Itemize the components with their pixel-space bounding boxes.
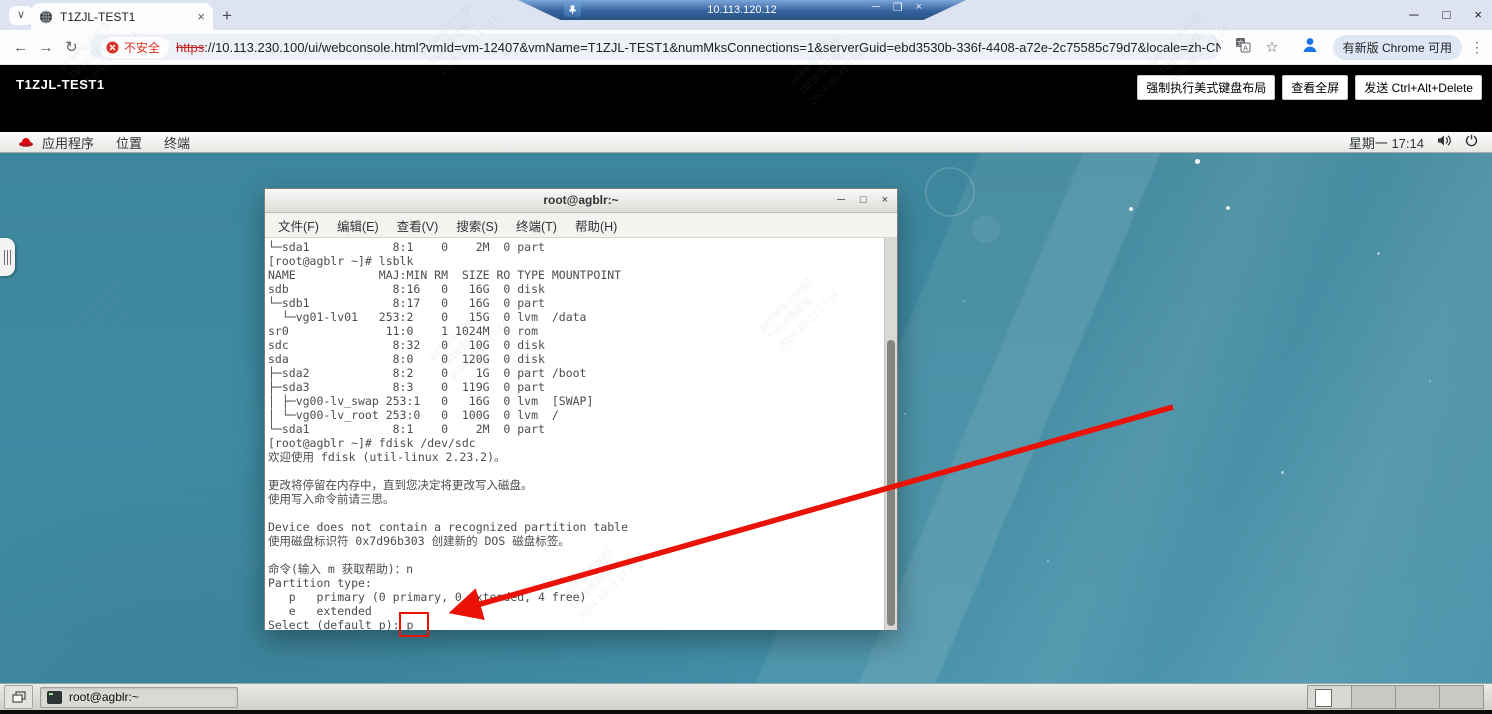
console-sidebar-handle[interactable] (0, 238, 15, 276)
terminal-menu-terminal[interactable]: 终端(T) (507, 216, 566, 235)
rdp-restore-button[interactable]: ❐ (893, 1, 903, 14)
workspace-4[interactable] (1440, 686, 1483, 708)
terminal-menu-help[interactable]: 帮助(H) (566, 216, 626, 235)
svg-text:A: A (1243, 43, 1248, 52)
rdp-close-button[interactable]: × (916, 1, 922, 14)
rdp-connection-bar[interactable]: 10.113.120.12 ─ ❐ × (518, 0, 966, 20)
menu-applications[interactable]: 应用程序 (42, 133, 94, 152)
not-secure-badge[interactable]: 不安全 (100, 37, 169, 58)
bookmark-star-icon[interactable]: ☆ (1265, 38, 1278, 56)
terminal-output[interactable]: └─sda1 8:1 0 2M 0 part [root@agblr ~]# l… (265, 238, 897, 630)
not-secure-icon (106, 41, 119, 54)
tab-close-icon[interactable]: × (197, 9, 205, 24)
annotation-highlight-box (399, 612, 429, 637)
terminal-window[interactable]: root@agblr:~ ─ □ × 文件(F) 编辑(E) 查看(V) 搜索(… (264, 188, 898, 630)
browser-menu-icon[interactable]: ⋮ (1470, 39, 1484, 56)
tab-title: T1ZJL-TEST1 (60, 10, 191, 24)
terminal-titlebar[interactable]: root@agblr:~ ─ □ × (265, 189, 897, 213)
reload-button[interactable]: ↻ (59, 38, 84, 56)
terminal-menu-view[interactable]: 查看(V) (388, 216, 448, 235)
webconsole-header: T1ZJL-TEST1 强制执行美式键盘布局 查看全屏 发送 Ctrl+Alt+… (0, 65, 1492, 132)
url-text: ://10.113.230.100/ui/webconsole.html?vmI… (204, 40, 1221, 55)
send-ctrl-alt-delete-button[interactable]: 发送 Ctrl+Alt+Delete (1355, 75, 1482, 100)
power-icon[interactable] (1465, 134, 1478, 150)
prompt-prefix: Select (default p): (268, 618, 406, 630)
terminal-menu-file[interactable]: 文件(F) (269, 216, 328, 235)
browser-toolbar: ← → ↻ 不安全 https://10.113.230.100/ui/webc… (0, 30, 1492, 65)
not-secure-label: 不安全 (124, 39, 160, 56)
force-us-keyboard-button[interactable]: 强制执行美式键盘布局 (1137, 75, 1275, 100)
forward-button[interactable]: → (33, 39, 58, 56)
profile-avatar[interactable] (1301, 36, 1319, 58)
new-tab-button[interactable]: + (222, 4, 232, 28)
translate-icon[interactable]: 文A (1235, 37, 1251, 57)
screen: ∨ T1ZJL-TEST1 × + ─ □ × 10.113.120.12 ─ … (0, 0, 1492, 714)
screen-bottom-edge (0, 710, 1492, 714)
terminal-menu-edit[interactable]: 编辑(E) (328, 216, 388, 235)
browser-restore-button[interactable]: □ (1443, 4, 1451, 26)
browser-minimize-button[interactable]: ─ (1409, 4, 1418, 26)
volume-icon[interactable] (1437, 134, 1452, 150)
address-bar[interactable]: 不安全 https://10.113.230.100/ui/webconsole… (90, 34, 1221, 60)
terminal-close-button[interactable]: × (882, 189, 888, 212)
browser-tab[interactable]: T1ZJL-TEST1 × (31, 3, 213, 30)
workspace-switcher (1307, 685, 1484, 709)
terminal-maximize-button[interactable]: □ (860, 189, 867, 212)
gnome-bottom-panel: root@agblr:~ (0, 683, 1492, 710)
rdp-minimize-button[interactable]: ─ (872, 1, 880, 14)
redhat-logo-icon (18, 136, 34, 148)
scrollbar-thumb[interactable] (887, 340, 895, 626)
rdp-title: 10.113.120.12 (707, 4, 777, 16)
terminal-menubar: 文件(F) 编辑(E) 查看(V) 搜索(S) 终端(T) 帮助(H) (265, 213, 897, 238)
show-desktop-button[interactable] (4, 685, 33, 709)
rdp-pin-icon[interactable] (564, 2, 581, 17)
terminal-title: root@agblr:~ (543, 193, 618, 207)
gnome-top-panel: 应用程序 位置 终端 星期一 17:14 (0, 132, 1492, 153)
taskbar-item-label: root@agblr:~ (69, 690, 139, 704)
vm-name-label: T1ZJL-TEST1 (16, 77, 105, 92)
clock-label[interactable]: 星期一 17:14 (1349, 133, 1424, 152)
terminal-minimize-button[interactable]: ─ (837, 189, 845, 212)
browser-close-button[interactable]: × (1474, 4, 1482, 26)
workspace-1[interactable] (1308, 686, 1352, 708)
workspace-3[interactable] (1396, 686, 1440, 708)
terminal-menu-search[interactable]: 搜索(S) (447, 216, 507, 235)
fullscreen-button[interactable]: 查看全屏 (1282, 75, 1348, 100)
tab-favicon-globe-icon (39, 10, 53, 24)
terminal-scrollbar[interactable] (884, 238, 897, 630)
taskbar-item-terminal[interactable]: root@agblr:~ (40, 687, 238, 708)
workspace-2[interactable] (1352, 686, 1396, 708)
menu-terminal-app[interactable]: 终端 (164, 133, 190, 152)
menu-places[interactable]: 位置 (116, 133, 142, 152)
chrome-update-chip[interactable]: 有新版 Chrome 可用 (1333, 35, 1462, 60)
terminal-mini-icon (47, 691, 62, 704)
terminal-prompt-line: Select (default p): p (265, 618, 897, 630)
url-scheme: https (176, 40, 204, 55)
tab-search-button[interactable]: ∨ (9, 6, 33, 25)
back-button[interactable]: ← (8, 39, 33, 56)
terminal-text: └─sda1 8:1 0 2M 0 part [root@agblr ~]# l… (265, 238, 897, 618)
